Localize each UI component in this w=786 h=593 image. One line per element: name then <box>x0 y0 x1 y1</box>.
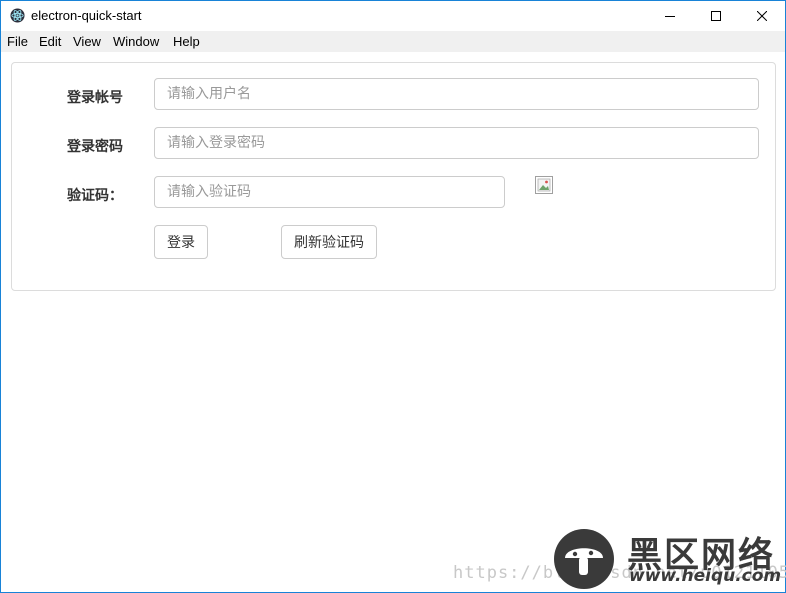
close-icon <box>757 11 767 21</box>
close-button[interactable] <box>739 1 785 31</box>
maximize-icon <box>711 11 721 21</box>
electron-app-icon <box>10 8 25 23</box>
login-button[interactable]: 登录 <box>154 225 208 259</box>
menu-edit[interactable]: Edit <box>39 34 61 49</box>
refresh-captcha-button[interactable]: 刷新验证码 <box>281 225 377 259</box>
menu-view[interactable]: View <box>73 34 101 49</box>
menu-bar: File Edit View Window Help <box>1 31 785 52</box>
menu-help[interactable]: Help <box>173 34 200 49</box>
menu-file[interactable]: File <box>7 34 28 49</box>
mushroom-logo-icon <box>554 529 614 589</box>
menu-window[interactable]: Window <box>113 34 159 49</box>
title-bar[interactable]: electron-quick-start <box>1 1 785 31</box>
captcha-label: 验证码： <box>67 188 123 204</box>
maximize-button[interactable] <box>693 1 739 31</box>
app-window: electron-quick-start File Edit View Wind… <box>0 0 786 593</box>
window-title: electron-quick-start <box>31 8 142 23</box>
account-input[interactable] <box>154 78 759 110</box>
captcha-input[interactable] <box>154 176 505 208</box>
password-label: 登录密码 <box>67 139 123 155</box>
captcha-image[interactable] <box>535 176 553 194</box>
minimize-icon <box>665 16 675 17</box>
broken-image-icon <box>537 178 551 192</box>
login-form-panel: 登录帐号 登录密码 验证码： 登录 刷新验证码 <box>11 62 776 291</box>
password-input[interactable] <box>154 127 759 159</box>
account-label: 登录帐号 <box>67 90 123 106</box>
minimize-button[interactable] <box>647 1 693 31</box>
watermark-domain: www.heiqu.com <box>629 566 782 586</box>
